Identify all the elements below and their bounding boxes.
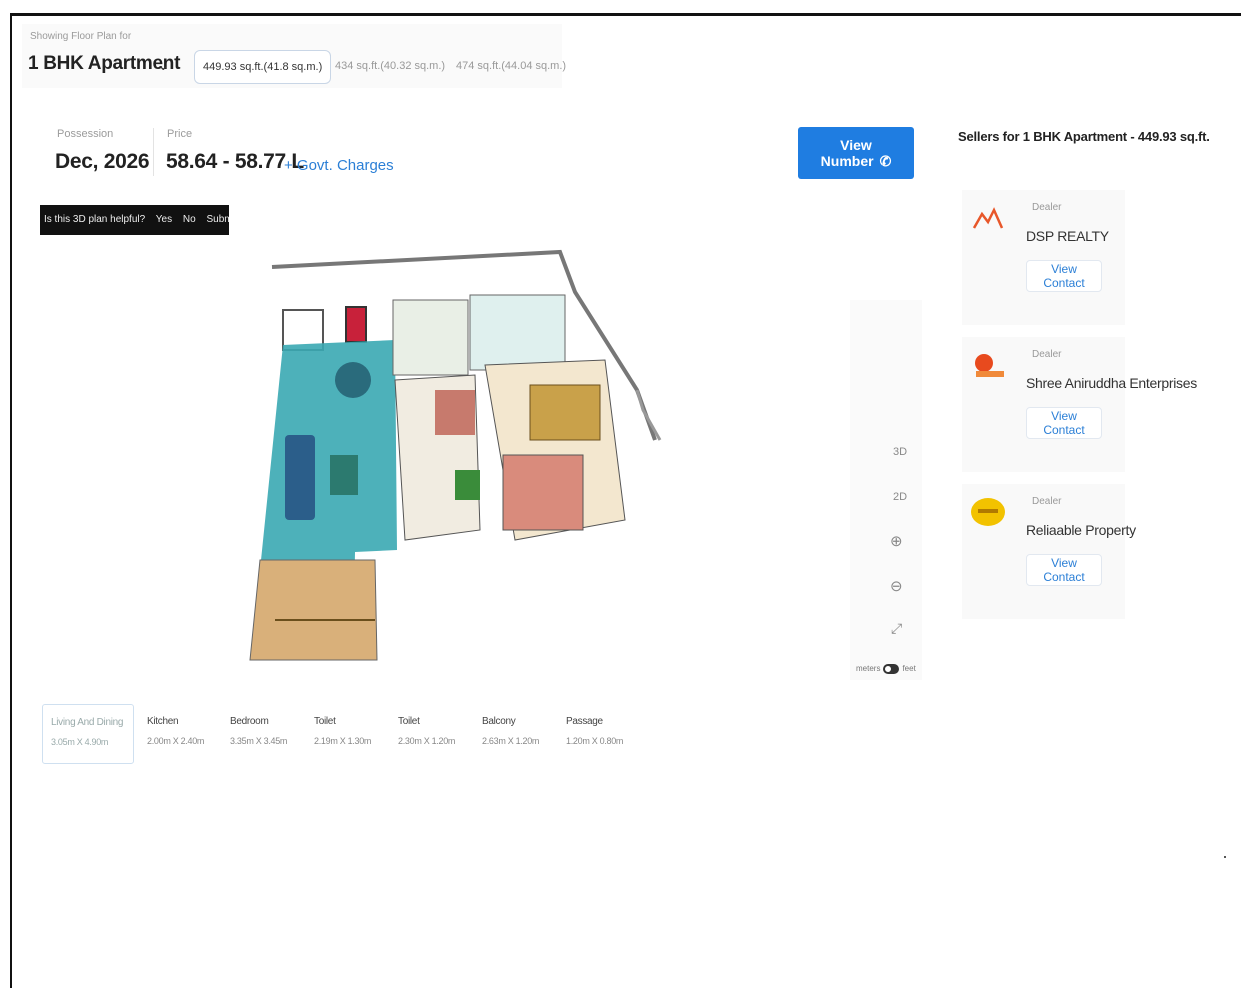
feedback-question: Is this 3D plan helpful? xyxy=(44,214,146,225)
room-tab-balcony[interactable]: Balcony 2.63m X 1.20m xyxy=(474,704,554,762)
toilet-2-wall xyxy=(469,294,566,371)
plant xyxy=(455,470,480,500)
unit-feet-label: feet xyxy=(902,664,916,674)
room-name: Passage xyxy=(566,716,603,727)
room-tab-kitchen[interactable]: Kitchen 2.00m X 2.40m xyxy=(139,704,219,762)
seller-type: Dealer xyxy=(1032,202,1062,213)
plan-controls-panel xyxy=(850,300,922,680)
unit-meters-label: meters xyxy=(856,664,881,674)
shree-aniruddha-logo xyxy=(975,354,1004,377)
seller-name: DSP REALTY xyxy=(1026,228,1109,244)
mode-3d-button[interactable]: 3D xyxy=(893,446,907,458)
plan-feedback-bar: Is this 3D plan helpful? Yes No Submit xyxy=(40,205,229,235)
dsp-realty-logo xyxy=(972,207,1004,229)
seller-type: Dealer xyxy=(1032,349,1062,360)
floor-plan-3d-image xyxy=(249,249,662,661)
room-dimension: 1.20m X 0.80m xyxy=(566,736,624,746)
seller-name: Shree Aniruddha Enterprises xyxy=(1026,375,1197,391)
seller-card: Dealer Shree Aniruddha Enterprises View … xyxy=(962,337,1197,472)
view-contact-button[interactable]: View Contact xyxy=(1026,260,1102,292)
zoom-in-icon[interactable]: ⊕ xyxy=(890,532,903,550)
size-tab-1[interactable]: 449.93 sq.ft.(41.8 sq.m.) xyxy=(194,50,332,84)
room-name: Toilet xyxy=(398,716,420,727)
fullscreen-icon[interactable]: ⤢ xyxy=(891,620,902,637)
info-divider xyxy=(153,128,154,176)
room-tab-bedroom[interactable]: Bedroom 3.35m X 3.45m xyxy=(222,704,302,762)
size-tab-3[interactable]: 474 sq.ft.(44.04 sq.m.) xyxy=(448,50,574,82)
room-dimension: 2.63m X 1.20m xyxy=(482,736,540,746)
seller-type: Dealer xyxy=(1032,496,1062,507)
feedback-no[interactable]: No xyxy=(183,214,196,225)
possession-value: Dec, 2026 xyxy=(55,150,150,173)
price-label: Price xyxy=(167,128,193,140)
room-name: Kitchen xyxy=(147,716,179,727)
zoom-out-icon[interactable]: ⊖ xyxy=(890,577,903,595)
room-name: Living And Dining xyxy=(51,717,124,728)
coffee-table xyxy=(330,455,358,495)
room-dimension: 3.05m X 4.90m xyxy=(51,737,109,747)
toilet-1-wall xyxy=(392,299,469,376)
feedback-yes[interactable]: Yes xyxy=(156,214,172,225)
room-tab-toilet-1[interactable]: Toilet 2.19m X 1.30m xyxy=(306,704,386,762)
view-contact-button[interactable]: View Contact xyxy=(1026,407,1102,439)
stray-dot xyxy=(1224,856,1226,858)
showing-label: Showing Floor Plan for xyxy=(30,31,132,42)
reliaable-property-logo xyxy=(971,498,1005,526)
feedback-submit[interactable]: Submit xyxy=(206,214,229,225)
room-tab-living-dining[interactable]: Living And Dining 3.05m X 4.90m xyxy=(42,704,134,764)
view-number-button[interactable]: View Number ✆ xyxy=(798,127,914,179)
unit-toggle-switch[interactable] xyxy=(883,664,900,674)
phone-icon: ✆ xyxy=(879,152,892,169)
dining-table xyxy=(335,362,371,398)
page-border-top xyxy=(10,13,1241,16)
room-dimension: 2.30m X 1.20m xyxy=(398,736,456,746)
room-dimension: 2.19m X 1.30m xyxy=(314,736,372,746)
govt-charges-link[interactable]: + Govt. Charges xyxy=(284,157,394,174)
kitchen-counter xyxy=(435,390,475,435)
room-dimension: 2.00m X 2.40m xyxy=(147,736,205,746)
unit-toggle-row: meters feet xyxy=(856,664,916,674)
possession-label: Possession xyxy=(57,128,114,140)
room-name: Balcony xyxy=(482,716,516,727)
size-tab-2[interactable]: 434 sq.ft.(40.32 sq.m.) xyxy=(327,50,453,82)
seller-card: Dealer Reliaable Property View Contact xyxy=(962,484,1136,619)
room-name: Toilet xyxy=(314,716,336,727)
wardrobe xyxy=(529,384,601,441)
page-border-left xyxy=(10,13,12,988)
room-tab-toilet-2[interactable]: Toilet 2.30m X 1.20m xyxy=(390,704,470,762)
sofa xyxy=(285,435,315,520)
room-tab-passage[interactable]: Passage 1.20m X 0.80m xyxy=(558,704,630,762)
seller-card: Dealer DSP REALTY View Contact xyxy=(962,190,1125,325)
room-dimensions-bar: Living And Dining 3.05m X 4.90m Kitchen … xyxy=(40,704,630,764)
room-dimension: 3.35m X 3.45m xyxy=(230,736,288,746)
wall-art-red xyxy=(345,306,367,343)
mode-2d-button[interactable]: 2D xyxy=(893,491,907,503)
chevron-down-icon[interactable]: ⌄ xyxy=(157,56,170,74)
seller-name: Reliaable Property xyxy=(1026,522,1136,538)
balcony-area xyxy=(249,559,378,661)
view-number-label: View Number xyxy=(820,136,874,169)
bed xyxy=(502,454,584,531)
sellers-title: Sellers for 1 BHK Apartment - 449.93 sq.… xyxy=(958,129,1210,144)
room-name: Bedroom xyxy=(230,716,269,727)
view-contact-button[interactable]: View Contact xyxy=(1026,554,1102,586)
